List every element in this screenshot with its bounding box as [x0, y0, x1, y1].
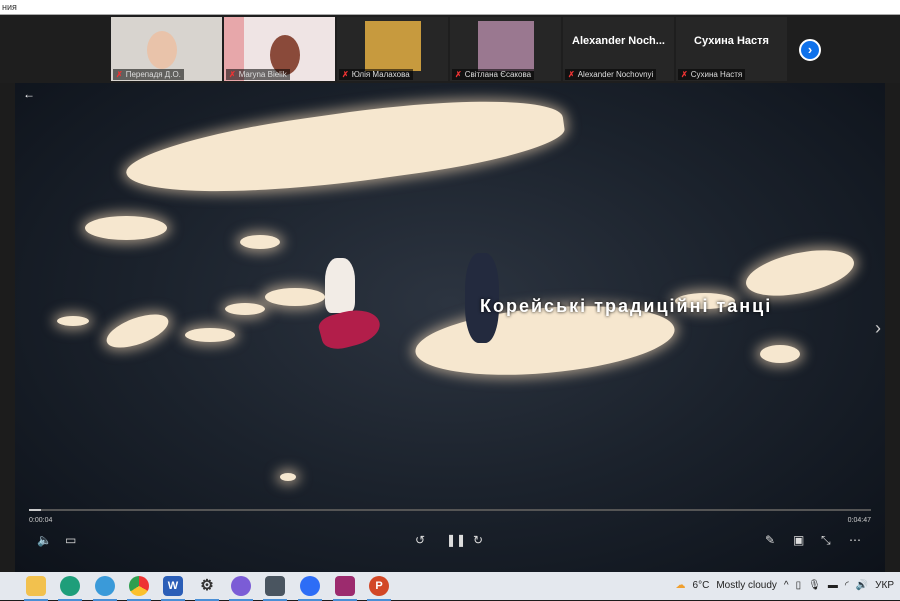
- weather-temp[interactable]: 6°C: [693, 580, 710, 591]
- chrome-icon[interactable]: [127, 576, 151, 601]
- edge-icon[interactable]: [58, 576, 82, 601]
- participant-name: Світлана Єсакова: [464, 70, 532, 79]
- chevron-up-icon[interactable]: ^: [784, 580, 789, 591]
- participant-display-name: Alexander Noch...: [572, 35, 665, 47]
- calculator-icon[interactable]: [263, 576, 287, 601]
- light-blob: [240, 235, 280, 249]
- participant-name: Сухина Настя: [690, 70, 743, 79]
- next-page-button[interactable]: ›: [799, 39, 821, 61]
- seek-bar-fill: [29, 509, 41, 511]
- light-blob: [742, 242, 858, 304]
- participant-display-name: Сухина Настя: [694, 35, 769, 47]
- rewind-10-icon[interactable]: ↺: [415, 533, 425, 547]
- participant-tile[interactable]: ✗ Світлана Єсакова: [450, 17, 561, 81]
- light-blob: [265, 288, 325, 306]
- mic-muted-icon: ✗: [229, 70, 236, 79]
- mic-muted-icon: ✗: [116, 70, 123, 79]
- participant-strip: ✗ Перепадя Д.О. ✗ Maryna Bielik ✗ Юлія Мала…: [0, 15, 900, 83]
- light-blob: [225, 303, 265, 315]
- current-time: 0:00:04: [29, 517, 53, 524]
- light-blob: [102, 307, 173, 355]
- participant-name: Перепадя Д.О.: [125, 70, 181, 79]
- dancer-skirt: [316, 303, 384, 354]
- mic-muted-icon: ✗: [342, 70, 349, 79]
- meet-now-icon[interactable]: ▯: [796, 580, 802, 591]
- duration: 0:04:47: [847, 517, 871, 524]
- zoom-icon[interactable]: [298, 576, 322, 601]
- viber-icon[interactable]: [229, 576, 253, 601]
- more-icon[interactable]: ⋯: [849, 533, 861, 547]
- winrar-icon[interactable]: [333, 576, 357, 601]
- participant-name: Maryna Bielik: [238, 70, 287, 79]
- dancer-figure: [325, 258, 355, 313]
- telegram-icon[interactable]: [93, 576, 117, 601]
- light-blob: [85, 216, 167, 240]
- captions-icon[interactable]: ▭: [65, 533, 76, 547]
- mic-muted-icon: ✗: [455, 70, 462, 79]
- shared-video[interactable]: Корейські традиційні танці ← › 0:00:04 0…: [15, 83, 885, 572]
- powerpoint-icon[interactable]: P: [367, 576, 391, 601]
- mic-muted-icon: ✗: [681, 70, 688, 79]
- volume-icon[interactable]: 🔈: [37, 533, 52, 547]
- taskbar: W ⚙ P ☁ 6°C Mostly cloudy ^ ▯ 🎙 ▬ ◜ 🔊 УК…: [0, 572, 900, 601]
- file-explorer-icon[interactable]: [24, 576, 48, 601]
- mic-muted-icon: ✗: [568, 70, 575, 79]
- light-blob: [760, 345, 800, 363]
- chevron-right-icon[interactable]: ›: [875, 318, 881, 339]
- word-icon[interactable]: W: [161, 576, 185, 601]
- wifi-icon[interactable]: ◜: [845, 580, 849, 591]
- back-arrow-icon[interactable]: ←: [23, 87, 35, 101]
- participant-tile[interactable]: Alexander Noch... ✗ Alexander Nochovnyi: [563, 17, 674, 81]
- participant-tile[interactable]: ✗ Maryna Bielik: [224, 17, 335, 81]
- participant-name: Alexander Nochovnyi: [577, 70, 654, 79]
- light-blob: [57, 316, 89, 326]
- light-blob: [185, 328, 235, 342]
- pause-icon[interactable]: ❚❚: [446, 533, 466, 547]
- avatar: [365, 21, 421, 71]
- language-indicator[interactable]: УКР: [875, 580, 894, 591]
- speaker-icon[interactable]: 🔊: [856, 580, 868, 591]
- window-title: ния: [0, 0, 900, 15]
- pen-icon[interactable]: ✎: [765, 533, 775, 547]
- seek-bar[interactable]: [29, 509, 871, 511]
- video-title: Корейські традиційні танці: [480, 296, 773, 316]
- miniplayer-icon[interactable]: ▣: [793, 533, 804, 547]
- forward-30-icon[interactable]: ↻: [473, 533, 483, 547]
- participant-name: Юлія Малахова: [351, 70, 410, 79]
- weather-condition[interactable]: Mostly cloudy: [716, 580, 777, 591]
- participant-face: [147, 31, 177, 69]
- microphone-icon[interactable]: 🎙: [808, 580, 821, 591]
- avatar: [478, 21, 534, 71]
- battery-icon[interactable]: ▬: [828, 580, 838, 591]
- weather-icon[interactable]: ☁: [676, 580, 686, 591]
- participant-tile[interactable]: Сухина Настя ✗ Сухина Настя: [676, 17, 787, 81]
- light-blob: [122, 83, 568, 214]
- system-tray: ☁ 6°C Mostly cloudy ^ ▯ 🎙 ▬ ◜ 🔊 УКР: [676, 580, 894, 591]
- participant-tile[interactable]: ✗ Перепадя Д.О.: [111, 17, 222, 81]
- light-blob: [280, 473, 296, 481]
- exit-fullscreen-icon[interactable]: ⤡: [821, 533, 831, 548]
- participant-tile[interactable]: ✗ Юлія Малахова: [337, 17, 448, 81]
- settings-gear-icon[interactable]: ⚙: [195, 576, 219, 601]
